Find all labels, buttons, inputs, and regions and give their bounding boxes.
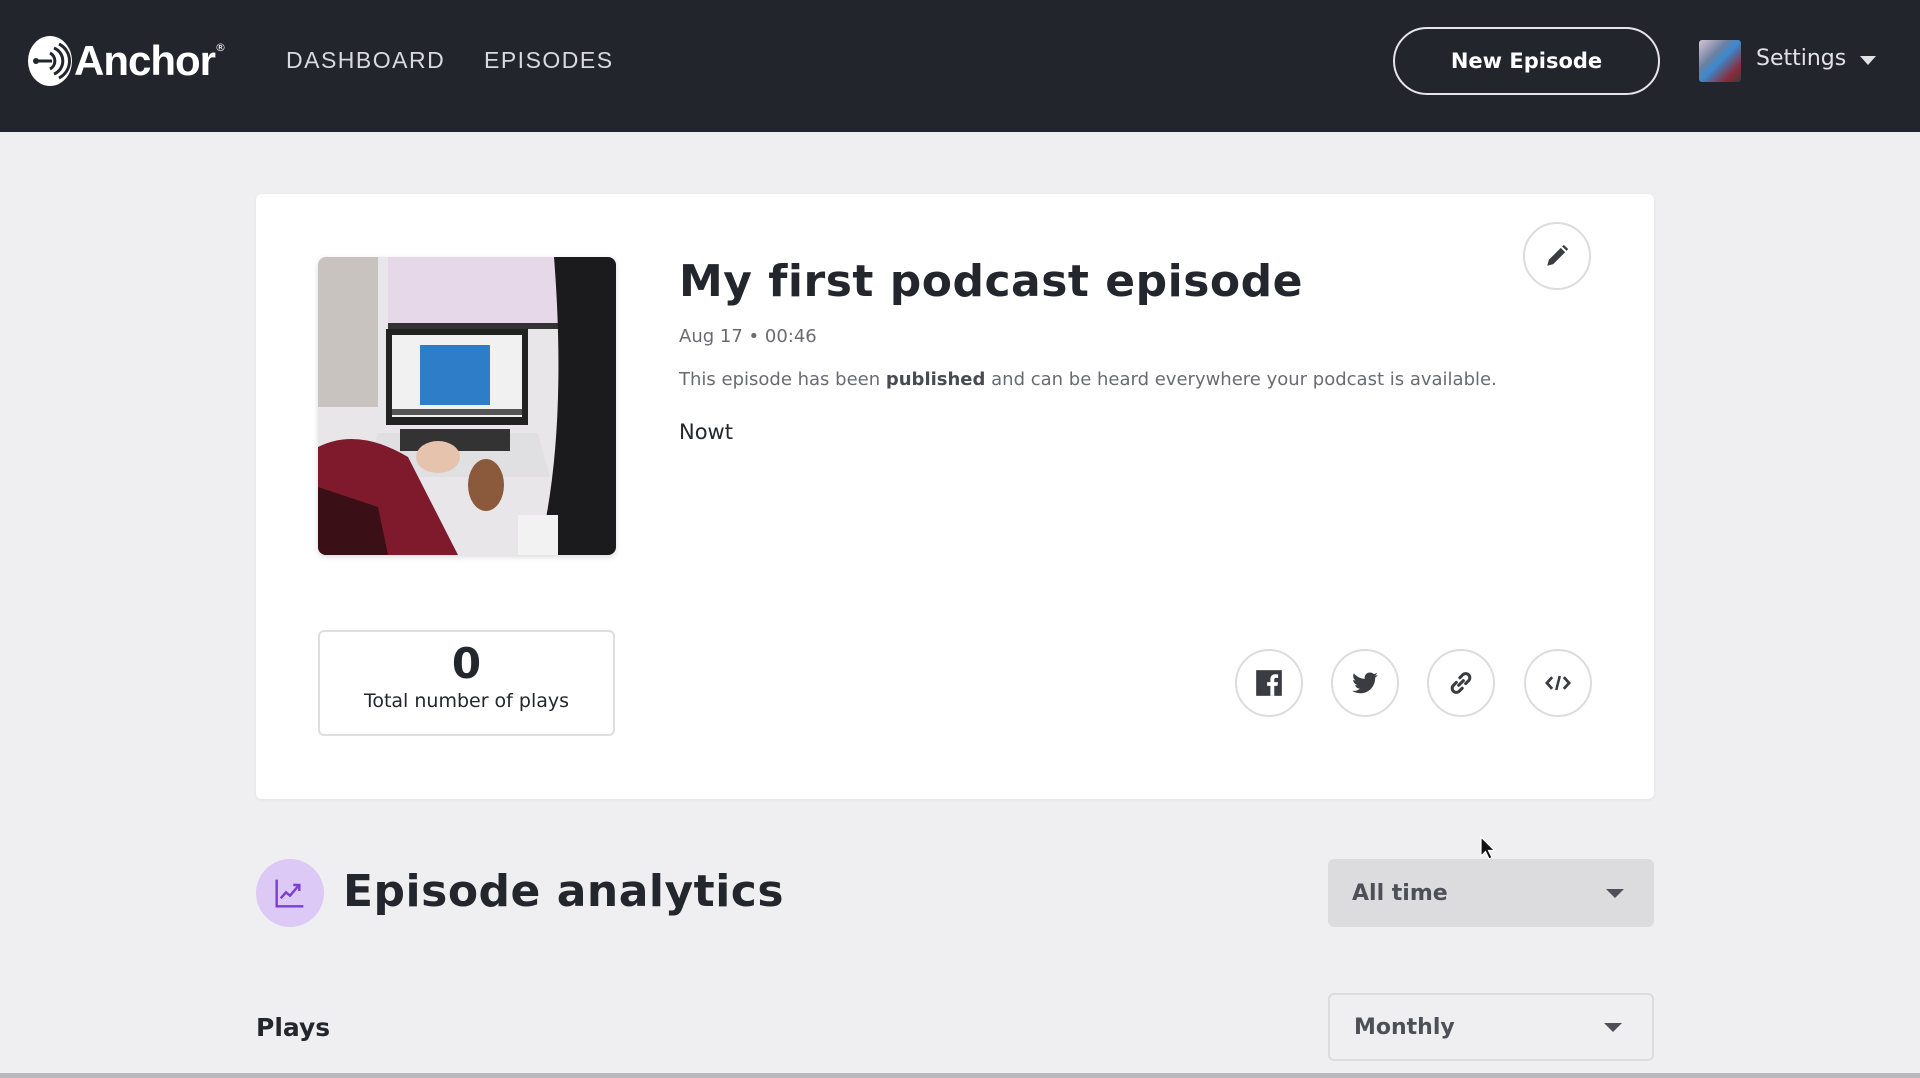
pencil-icon <box>1547 244 1569 266</box>
edit-episode-button[interactable] <box>1523 222 1591 290</box>
twitter-icon <box>1352 672 1378 694</box>
analytics-heading: Episode analytics <box>343 866 785 917</box>
share-facebook-button[interactable] <box>1235 649 1303 717</box>
anchor-logo[interactable]: Anchor ® <box>28 36 226 86</box>
nav-dashboard[interactable]: DASHBOARD <box>286 47 445 74</box>
registered-mark: ® <box>215 40 226 54</box>
episode-meta: Aug 17 • 00:46 <box>679 326 817 347</box>
trending-up-chart-icon <box>275 879 304 908</box>
settings-menu[interactable]: Settings <box>1756 46 1877 71</box>
analytics-icon-badge <box>256 859 324 927</box>
settings-label: Settings <box>1756 46 1847 71</box>
episode-description: Nowt <box>679 420 733 444</box>
nav-episodes[interactable]: EPISODES <box>484 47 614 74</box>
embed-code-icon <box>1545 675 1571 691</box>
total-plays-label: Total number of plays <box>363 690 570 712</box>
link-icon <box>1450 672 1472 694</box>
interval-value: Monthly <box>1354 1014 1455 1040</box>
facebook-icon <box>1256 670 1282 696</box>
episode-title: My first podcast episode <box>679 256 1303 307</box>
interval-dropdown[interactable]: Monthly <box>1328 993 1654 1061</box>
top-navigation-bar: Anchor ® DASHBOARD EPISODES New Episode … <box>0 0 1920 132</box>
date-range-value: All time <box>1352 880 1448 906</box>
meta-separator: • <box>748 326 760 347</box>
total-plays-stat: 0 Total number of plays <box>318 630 615 736</box>
plays-heading: Plays <box>256 1013 331 1042</box>
user-avatar[interactable] <box>1699 40 1741 82</box>
caret-down-icon <box>1604 1022 1622 1032</box>
episode-status: This episode has been published and can … <box>679 369 1497 390</box>
new-episode-button[interactable]: New Episode <box>1393 27 1660 95</box>
caret-down-icon <box>1606 888 1624 898</box>
episode-date: Aug 17 <box>679 326 743 347</box>
total-plays-count: 0 <box>451 639 482 688</box>
mouse-cursor-icon <box>1480 836 1496 860</box>
copy-link-button[interactable] <box>1427 649 1495 717</box>
embed-button[interactable] <box>1524 649 1592 717</box>
status-prefix: This episode has been <box>679 369 886 390</box>
share-twitter-button[interactable] <box>1331 649 1399 717</box>
episode-card: My first podcast episode Aug 17 • 00:46 … <box>256 194 1654 799</box>
status-published: published <box>885 369 986 390</box>
chevron-down-icon <box>1860 56 1877 65</box>
brand-name: Anchor <box>74 37 216 84</box>
window-bottom-edge <box>0 1073 1920 1078</box>
anchor-logo-icon <box>28 36 72 86</box>
episode-cover-image <box>318 257 616 555</box>
date-range-dropdown[interactable]: All time <box>1328 859 1654 927</box>
episode-duration: 00:46 <box>764 326 817 347</box>
status-suffix: and can be heard everywhere your podcast… <box>985 369 1497 390</box>
